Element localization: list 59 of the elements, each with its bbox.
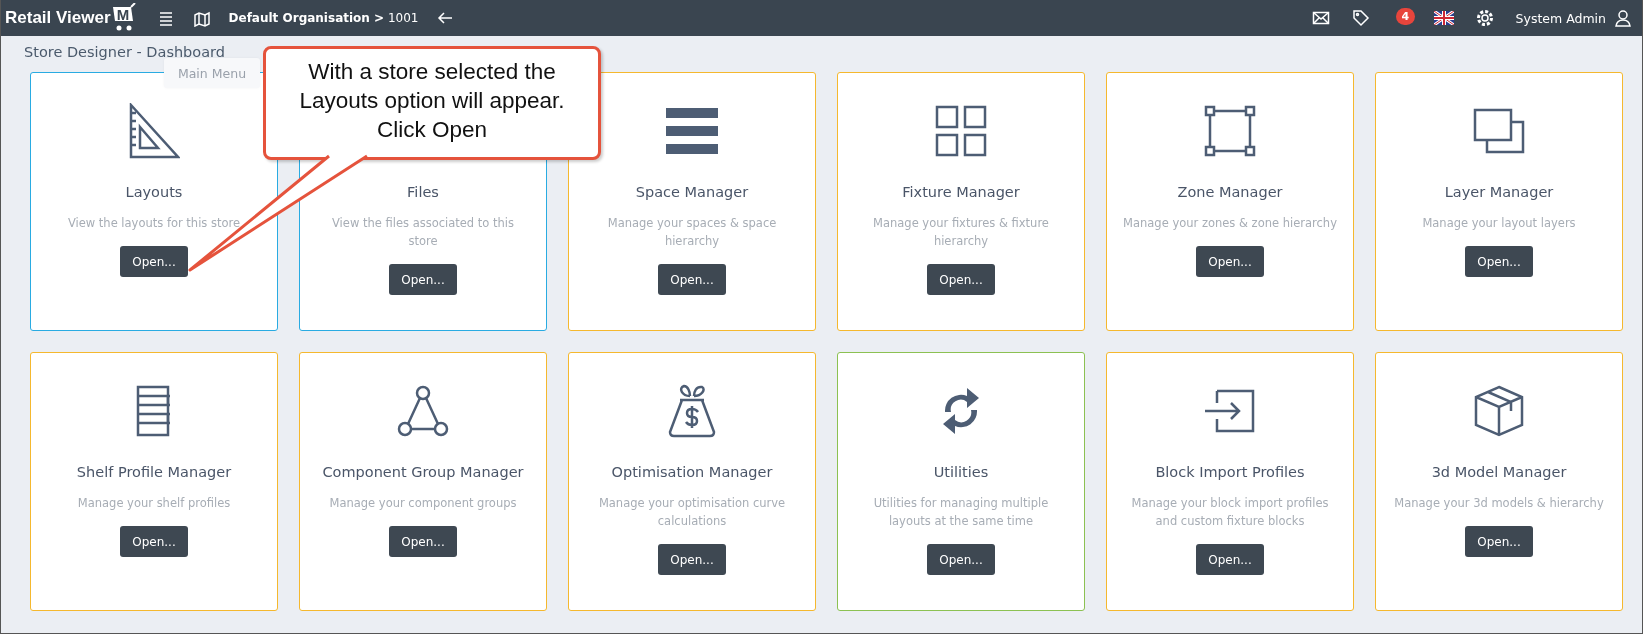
import-icon [1205,389,1255,433]
zone-select-icon [1204,105,1256,157]
flag-icon[interactable] [1433,11,1454,25]
card-title: Block Import Profiles [1155,463,1305,481]
card-title: Files [407,183,439,201]
open-button[interactable]: Open... [1196,544,1264,575]
card-title: Space Manager [635,183,749,201]
user-name[interactable]: System Admin [1515,10,1606,26]
triangle-nodes-icon [397,385,449,437]
shelf-icon [136,385,172,437]
layers-icon [1473,108,1525,154]
open-button[interactable]: Open... [120,246,188,277]
card-title: 3d Model Manager [1431,463,1567,481]
card-title: Optimisation Manager [611,463,773,481]
card-description: Manage your fixtures & fixture hierarchy [872,215,1050,250]
open-button[interactable]: Open... [1465,526,1533,557]
card-description: Manage your spaces & space hierarchy [606,215,778,250]
card-title: Zone Manager [1177,183,1283,201]
open-button[interactable]: Open... [389,264,457,295]
logo-cart-mark: M [110,3,139,33]
callout: With a store selected the Layouts option will appear. Click Open [263,46,601,160]
settings-icon[interactable] [1475,9,1494,27]
open-button[interactable]: Open... [658,544,726,575]
card-description: Utilities for managing multiple layouts at the same time [872,495,1050,530]
tag-icon[interactable] [1351,9,1370,27]
card-description: Manage your block import profiles and custom fixture blocks [1130,495,1330,530]
money-bag-icon [668,384,716,438]
open-button[interactable]: Open... [658,264,726,295]
box-icon [1474,385,1524,437]
card-description: View the layouts for this store [67,215,241,232]
app-logo-text: Retail Viewer [5,8,111,28]
card-description: Manage your shelf profiles [77,495,231,512]
open-button[interactable]: Open... [120,526,188,557]
open-button[interactable]: Open... [1465,246,1533,277]
store-map-icon[interactable] [192,9,211,27]
card-title: Layer Manager [1444,183,1554,201]
card-description: Manage your layout layers [1422,215,1576,232]
user-icon[interactable] [1614,9,1632,27]
card-description: Manage your component groups [329,495,517,512]
open-button[interactable]: Open... [927,544,995,575]
card-description: Manage your 3d models & hierarchy [1394,495,1604,512]
card-description: Manage your optimisation curve calculations [597,495,787,530]
stacked-bars-icon [666,108,718,154]
card-title: Shelf Profile Manager [76,463,232,481]
open-button[interactable]: Open... [389,526,457,557]
card-title: Utilities [933,463,989,481]
tooltip: Main Menu [164,58,260,88]
card-description: View the files associated to this store [331,215,515,250]
breadcrumb: Default Organisation > 1001 [228,11,419,25]
grid-icon [935,105,987,157]
open-button[interactable]: Open... [927,264,995,295]
card-title: Component Group Manager [322,463,524,481]
open-button[interactable]: Open... [1196,246,1264,277]
refresh-icon [941,388,981,434]
mail-icon[interactable] [1311,9,1330,27]
card-title: Fixture Manager [902,183,1020,201]
card-title: Layouts [125,183,183,201]
notification-badge[interactable]: 4 [1395,8,1416,25]
card-description: Manage your zones & zone hierarchy [1123,215,1337,232]
